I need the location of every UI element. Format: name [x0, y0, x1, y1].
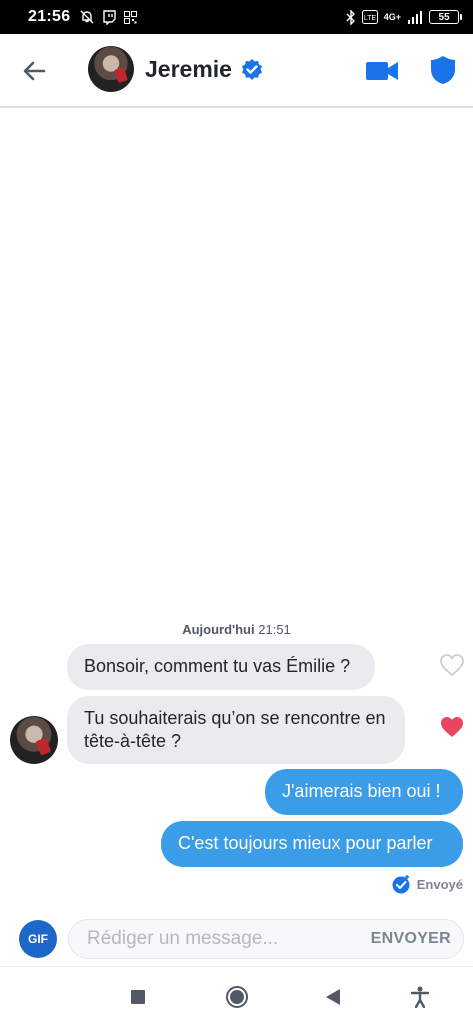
contact-name[interactable]: Jeremie — [145, 56, 232, 83]
incoming-message[interactable]: Tu souhaiterais qu’on se rencontre en tê… — [67, 696, 405, 764]
message-input-wrapper: ENVOYER — [68, 919, 464, 959]
verified-badge-icon — [242, 59, 262, 80]
bluetooth-icon — [346, 9, 355, 25]
status-right-icons: LTE 4G+ 55 — [346, 9, 462, 25]
home-circle-icon — [226, 986, 248, 1008]
back-triangle-icon — [326, 989, 340, 1005]
video-call-icon — [366, 62, 398, 80]
date-separator: Aujourd'hui 21:51 — [0, 622, 473, 637]
message-composer: GIF ENVOYER — [0, 912, 473, 966]
heart-outline-icon — [440, 654, 464, 677]
status-left-icons — [80, 9, 138, 25]
safety-shield-button[interactable] — [428, 54, 458, 86]
like-button[interactable] — [439, 653, 465, 677]
accessibility-icon — [410, 986, 430, 1008]
qr-code-icon — [124, 10, 138, 24]
date-label: Aujourd'hui — [182, 622, 255, 637]
message-input[interactable] — [69, 920, 371, 958]
recents-button[interactable] — [125, 984, 151, 1010]
incoming-message[interactable]: Bonsoir, comment tu vas Émilie ? — [67, 644, 375, 690]
system-back-button[interactable] — [320, 984, 346, 1010]
sender-avatar[interactable] — [10, 716, 58, 764]
contact-avatar[interactable] — [88, 46, 134, 92]
liked-button[interactable] — [439, 715, 465, 739]
chat-header: Jeremie — [0, 34, 473, 108]
date-time: 21:51 — [258, 622, 291, 637]
send-button[interactable]: ENVOYER — [371, 930, 463, 948]
outgoing-message[interactable]: C'est toujours mieux pour parler — [161, 821, 463, 867]
shield-icon — [431, 56, 455, 84]
signal-icon — [408, 11, 422, 24]
volte-icon: LTE — [361, 10, 378, 24]
sent-status: Envoyé — [391, 874, 463, 894]
sent-check-icon — [392, 875, 410, 894]
bell-off-icon — [80, 10, 94, 24]
network-type: 4G+ — [383, 12, 401, 22]
heart-filled-icon — [441, 717, 463, 737]
accessibility-button[interactable] — [407, 984, 433, 1010]
gif-button[interactable]: GIF — [19, 920, 57, 958]
battery-level: 55 — [438, 11, 450, 23]
back-arrow-icon — [23, 61, 46, 81]
outgoing-message[interactable]: J'aimerais bien oui ! — [265, 769, 463, 815]
recents-square-icon — [131, 990, 145, 1004]
system-nav-bar — [0, 966, 473, 1024]
status-bar: 21:56 LTE 4G+ 55 — [0, 0, 473, 34]
sent-status-label: Envoyé — [416, 876, 463, 892]
twitch-icon — [103, 9, 117, 25]
back-button[interactable] — [18, 56, 50, 86]
home-button[interactable] — [224, 984, 250, 1010]
svg-text:LTE: LTE — [364, 15, 377, 22]
status-time: 21:56 — [28, 8, 71, 25]
battery-icon: 55 — [429, 10, 462, 24]
video-call-button[interactable] — [364, 56, 400, 86]
